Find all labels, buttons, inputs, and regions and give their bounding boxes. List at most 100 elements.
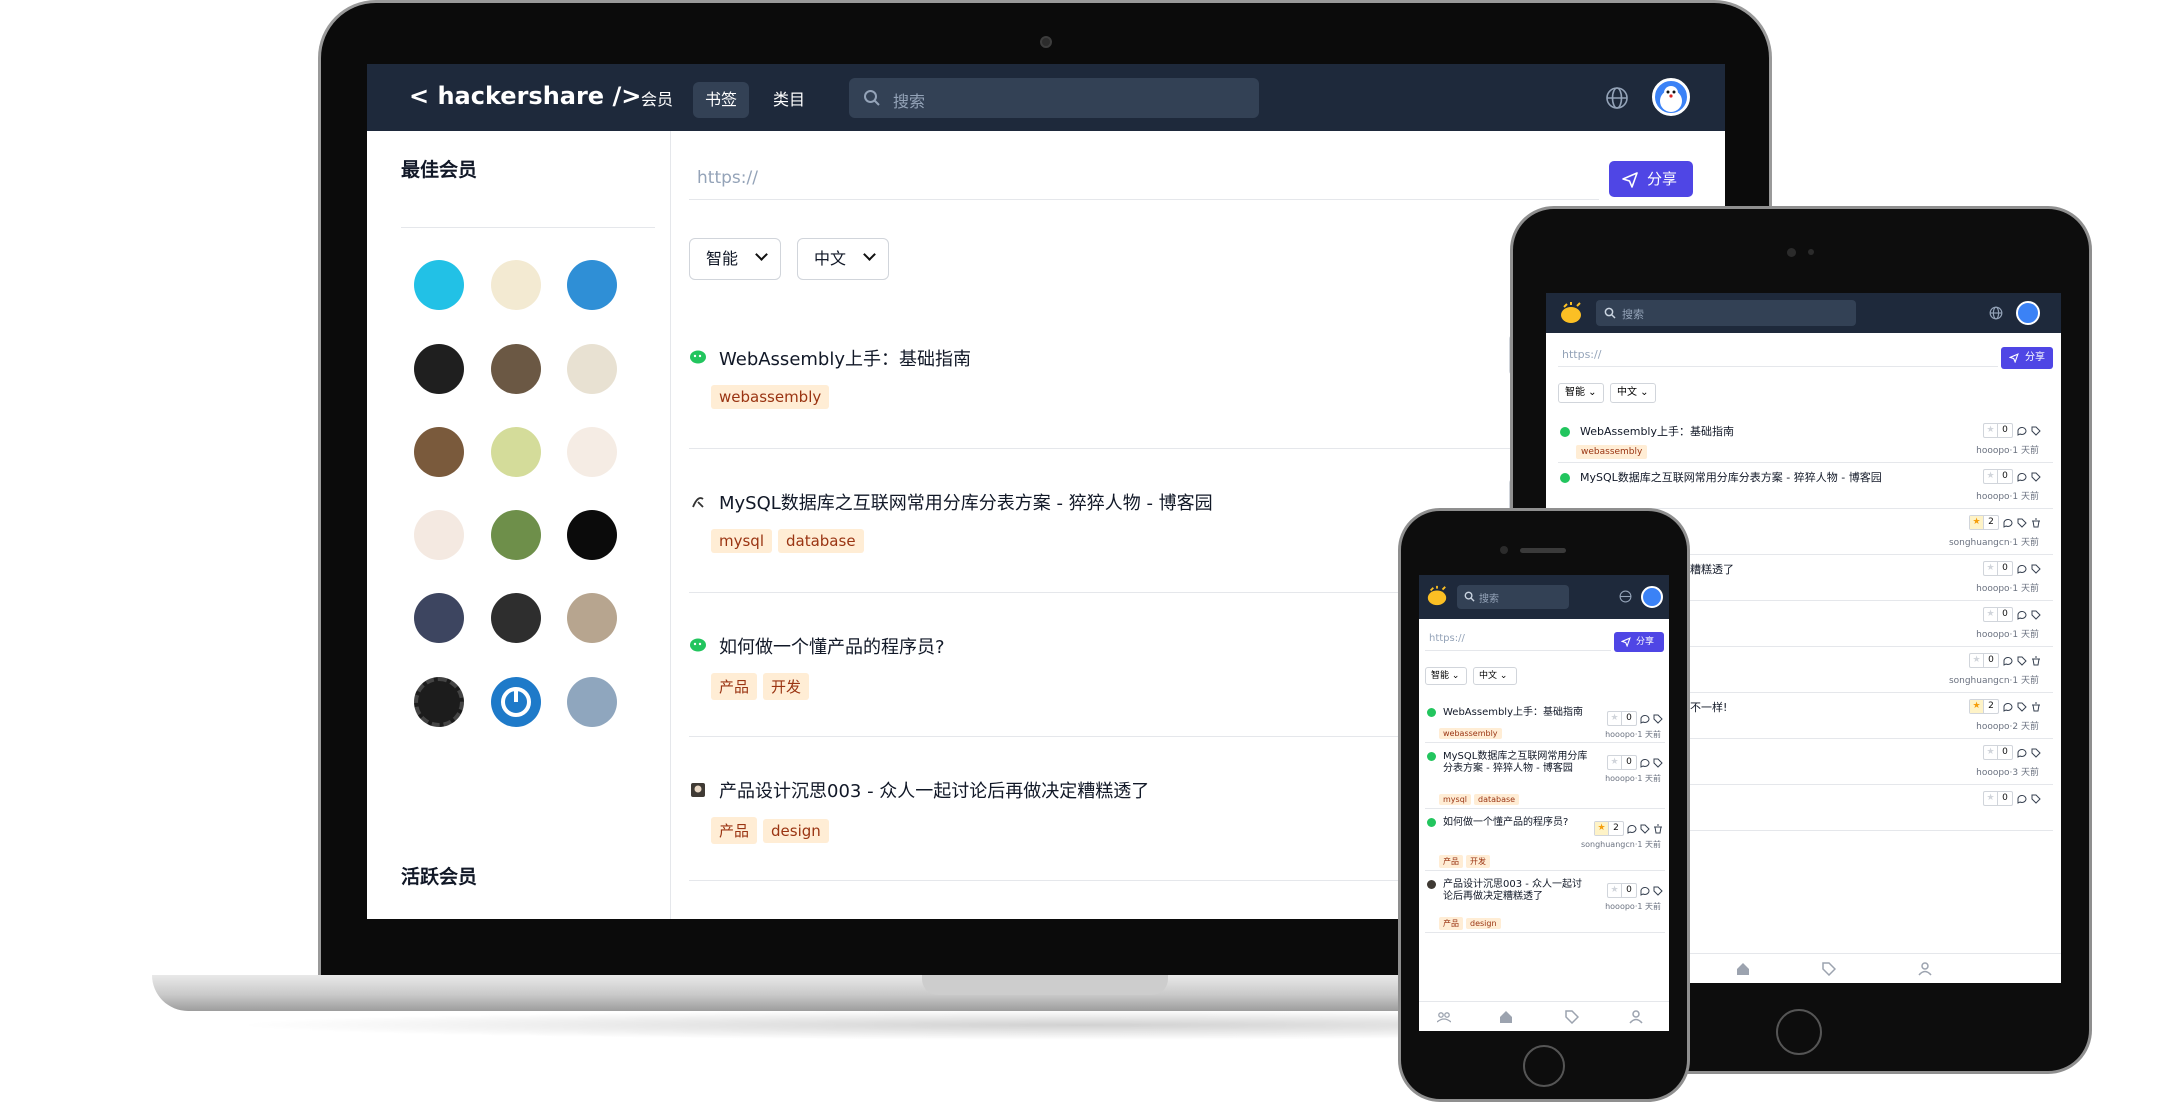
tag-icon[interactable]: [1653, 886, 1663, 896]
trash-icon[interactable]: [2031, 656, 2041, 666]
bookmark-title[interactable]: 如何做一个懂产品的程序员?: [719, 633, 945, 659]
nav-bookmarks[interactable]: 书签: [693, 82, 750, 118]
tag-icon[interactable]: [2017, 518, 2027, 528]
member-avatar[interactable]: [414, 344, 464, 394]
tag-icon[interactable]: [1822, 962, 1836, 976]
member-avatar[interactable]: [491, 260, 541, 310]
search-input[interactable]: 搜索: [849, 78, 1259, 118]
member-avatar[interactable]: [567, 344, 617, 394]
bookmark-title[interactable]: 产品设计沉思003 - 众人一起讨论后再做决定糟糕透了: [719, 777, 1149, 803]
members-icon[interactable]: [1437, 1010, 1451, 1024]
home-icon[interactable]: [1499, 1010, 1513, 1024]
member-avatar[interactable]: [567, 260, 617, 310]
comment-icon[interactable]: [1640, 886, 1650, 896]
trash-icon[interactable]: [1653, 824, 1663, 834]
comment-icon[interactable]: [2017, 564, 2027, 574]
url-input[interactable]: https://: [1558, 341, 1998, 367]
share-button[interactable]: 分享: [1614, 632, 1664, 652]
mode-select[interactable]: 智能: [689, 238, 781, 280]
star-counter[interactable]: ★ 0: [1983, 791, 2013, 806]
star-counter[interactable]: ★ 2: [1969, 699, 1999, 714]
comment-icon[interactable]: [1627, 824, 1637, 834]
star-icon[interactable]: ★: [1608, 712, 1622, 725]
member-avatar[interactable]: [567, 510, 617, 560]
comment-icon[interactable]: [1640, 758, 1650, 768]
globe-icon[interactable]: [1989, 306, 2003, 320]
star-counter[interactable]: ★ 0: [1983, 561, 2013, 576]
member-avatar[interactable]: [414, 593, 464, 643]
member-avatar[interactable]: [567, 427, 617, 477]
star-counter[interactable]: ★ 0: [1983, 745, 2013, 760]
comment-icon[interactable]: [2017, 426, 2027, 436]
user-avatar[interactable]: [1652, 78, 1690, 116]
tag[interactable]: 产品: [1439, 855, 1463, 868]
tag[interactable]: mysql: [711, 529, 772, 553]
trash-icon[interactable]: [2031, 518, 2041, 528]
share-button[interactable]: 分享: [1609, 161, 1693, 197]
star-icon[interactable]: ★: [1608, 756, 1622, 769]
tag-icon[interactable]: [2031, 610, 2041, 620]
comment-icon[interactable]: [2017, 472, 2027, 482]
tag[interactable]: 开发: [763, 673, 810, 700]
tag-icon[interactable]: [2031, 748, 2041, 758]
member-avatar[interactable]: [491, 344, 541, 394]
member-avatar[interactable]: [414, 427, 464, 477]
user-avatar[interactable]: [2016, 301, 2040, 325]
comment-icon[interactable]: [2003, 518, 2013, 528]
star-counter[interactable]: ★ 0: [1983, 607, 2013, 622]
star-icon[interactable]: ★: [1984, 470, 1998, 483]
tag[interactable]: 开发: [1466, 855, 1490, 868]
tag[interactable]: 产品: [711, 817, 758, 844]
tag-icon[interactable]: [1653, 758, 1663, 768]
bookmark-title[interactable]: MySQL数据库之互联网常用分库分表方案 - 猝猝人物 - 博客园: [1443, 751, 1591, 775]
member-avatar[interactable]: [491, 677, 541, 727]
language-select[interactable]: 中文 ⌄: [1473, 667, 1517, 685]
tag-icon[interactable]: [2031, 472, 2041, 482]
tag[interactable]: 产品: [1439, 917, 1463, 930]
star-counter[interactable]: ★ 0: [1969, 653, 1999, 668]
bookmark-title[interactable]: MySQL数据库之互联网常用分库分表方案 - 猝猝人物 - 博客园: [1580, 469, 1882, 485]
comment-icon[interactable]: [2003, 702, 2013, 712]
bookmark-title[interactable]: WebAssembly上手：基础指南: [1580, 423, 1734, 439]
star-icon[interactable]: ★: [1984, 424, 1998, 437]
globe-icon[interactable]: [1605, 86, 1629, 110]
star-icon[interactable]: ★: [1984, 792, 1998, 805]
member-avatar[interactable]: [414, 260, 464, 310]
member-avatar[interactable]: [414, 510, 464, 560]
star-counter[interactable]: ★ 0: [1607, 755, 1637, 770]
tag[interactable]: mysql: [1439, 794, 1471, 805]
tag-icon[interactable]: [2031, 794, 2041, 804]
star-counter[interactable]: ★ 0: [1983, 469, 2013, 484]
mode-select[interactable]: 智能 ⌄: [1558, 383, 1604, 403]
user-avatar[interactable]: [1641, 586, 1663, 608]
language-select[interactable]: 中文 ⌄: [1610, 383, 1656, 403]
star-counter[interactable]: ★ 0: [1983, 423, 2013, 438]
tag-icon[interactable]: [2017, 702, 2027, 712]
tag-icon[interactable]: [1640, 824, 1650, 834]
member-avatar[interactable]: [491, 427, 541, 477]
bookmark-title[interactable]: 如何做一个懂产品的程序员?: [1443, 817, 1591, 829]
tag[interactable]: webassembly: [711, 385, 830, 409]
star-icon[interactable]: ★: [1984, 746, 1998, 759]
url-input[interactable]: https://: [1425, 627, 1611, 651]
mode-select[interactable]: 智能 ⌄: [1425, 667, 1467, 685]
clap-logo-icon[interactable]: [1425, 585, 1449, 607]
nav-members[interactable]: 会员: [629, 82, 685, 118]
star-icon[interactable]: ★: [1608, 884, 1622, 897]
comment-icon[interactable]: [2017, 748, 2027, 758]
tag[interactable]: 产品: [711, 673, 758, 700]
user-icon[interactable]: [1629, 1010, 1643, 1024]
tag[interactable]: design: [763, 819, 829, 843]
tag[interactable]: database: [778, 529, 864, 553]
trash-icon[interactable]: [2031, 702, 2041, 712]
star-counter[interactable]: ★ 0: [1607, 711, 1637, 726]
comment-icon[interactable]: [2003, 656, 2013, 666]
tag-icon[interactable]: [2017, 656, 2027, 666]
brand-logo[interactable]: < hackershare />: [409, 82, 641, 110]
star-icon[interactable]: ★: [1595, 822, 1609, 835]
star-icon[interactable]: ★: [1984, 562, 1998, 575]
star-icon[interactable]: ★: [1970, 516, 1984, 529]
nav-categories[interactable]: 类目: [761, 82, 817, 118]
share-button[interactable]: 分享: [2001, 347, 2053, 369]
star-counter[interactable]: ★ 2: [1969, 515, 1999, 530]
